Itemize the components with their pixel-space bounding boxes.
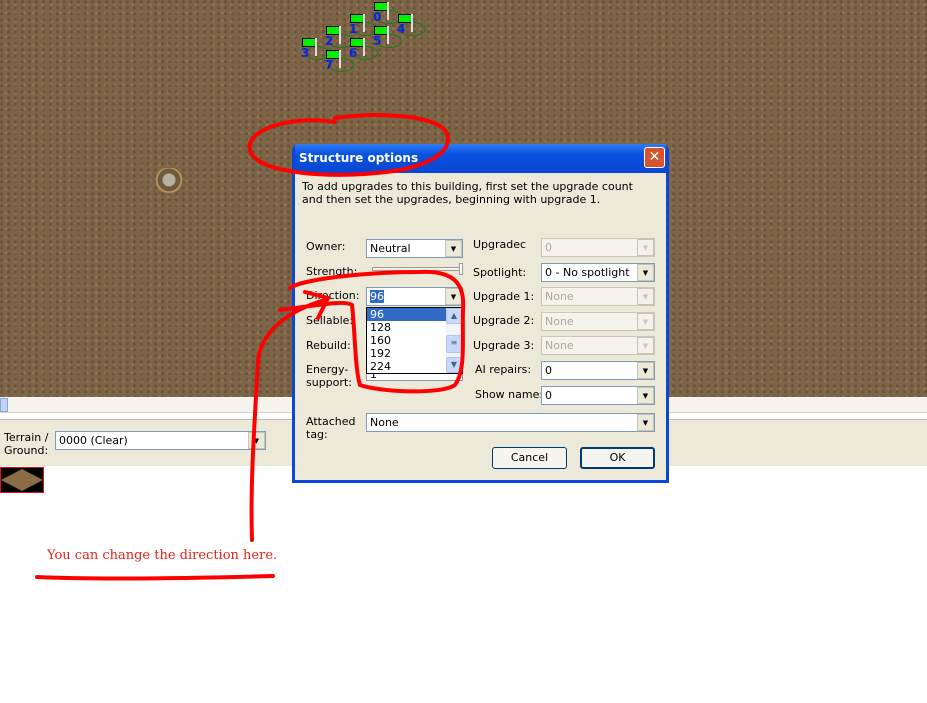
chevron-down-icon[interactable]: ▼ xyxy=(446,357,462,373)
spotlight-value: 0 - No spotlight xyxy=(545,266,630,279)
spotlight-select[interactable]: 0 - No spotlight ▼ xyxy=(541,263,655,282)
waypoint-1[interactable]: 1 xyxy=(349,14,378,38)
direction-value: 96 xyxy=(370,290,384,303)
spotlight-label: Spotlight: xyxy=(473,266,527,279)
owner-select[interactable]: Neutral ▼ xyxy=(366,239,463,258)
show-name-value: 0 xyxy=(545,389,552,402)
energy-support-label: Energy- support: xyxy=(306,363,352,389)
upgrade-count-select[interactable]: 0 ▼ xyxy=(541,238,655,257)
ai-repairs-select[interactable]: 0 ▼ xyxy=(541,361,655,380)
ai-repairs-label: AI repairs: xyxy=(475,363,532,376)
show-name-select[interactable]: 0 ▼ xyxy=(541,386,655,405)
cancel-button[interactable]: Cancel xyxy=(492,447,567,469)
chevron-down-icon[interactable]: ▼ xyxy=(637,264,654,281)
chevron-down-icon: ▼ xyxy=(637,239,654,256)
chevron-down-icon[interactable]: ▼ xyxy=(445,288,462,305)
intro-text: To add upgrades to this building, first … xyxy=(302,180,633,206)
attached-tag-value: None xyxy=(370,416,399,429)
annotation-note: You can change the direction here. xyxy=(47,548,278,563)
chevron-down-icon: ▼ xyxy=(637,337,654,354)
underline-annotation xyxy=(35,574,275,581)
dropdown-scrollbar[interactable]: ▲ ≡ ▼ xyxy=(446,308,462,373)
terrain-label: Terrain / Ground: xyxy=(4,431,49,457)
terrain-select[interactable]: 0000 (Clear) ▼ xyxy=(55,431,266,450)
strength-slider-thumb[interactable] xyxy=(459,263,463,275)
attached-tag-select[interactable]: None ▼ xyxy=(366,413,655,432)
terrain-value: 0000 (Clear) xyxy=(59,434,128,447)
upgrade-3-select[interactable]: None ▼ xyxy=(541,336,655,355)
waypoint-2[interactable]: 2 xyxy=(325,26,354,50)
waypoint-4[interactable]: 4 xyxy=(397,14,426,38)
close-button[interactable]: ✕ xyxy=(644,147,665,168)
upgrade-2-value: None xyxy=(545,315,574,328)
upgrade-3-value: None xyxy=(545,339,574,352)
upgrade-2-label: Upgrade 2: xyxy=(473,314,535,327)
chevron-down-icon[interactable]: ▼ xyxy=(445,240,462,257)
chevron-down-icon: ▼ xyxy=(637,313,654,330)
sellable-label: Sellable: xyxy=(306,314,354,327)
ai-repairs-value: 0 xyxy=(545,364,552,377)
direction-label: Direction: xyxy=(306,289,360,302)
upgrade-3-label: Upgrade 3: xyxy=(473,339,535,352)
upgrade-2-select[interactable]: None ▼ xyxy=(541,312,655,331)
waypoint-5[interactable]: 5 xyxy=(373,26,402,50)
owner-label: Owner: xyxy=(306,240,346,253)
rebuild-label: Rebuild: xyxy=(306,339,351,352)
show-name-label: Show name: xyxy=(475,388,544,401)
scroll-thumb[interactable]: ≡ xyxy=(446,335,462,353)
chevron-down-icon[interactable]: ▼ xyxy=(248,432,265,449)
waypoint-3[interactable]: 3 xyxy=(301,38,330,62)
dialog-title: Structure options xyxy=(295,144,666,170)
terrain-tile-preview[interactable] xyxy=(0,467,44,493)
structure-sprite[interactable] xyxy=(154,168,184,202)
ok-button[interactable]: OK xyxy=(580,447,655,469)
owner-value: Neutral xyxy=(370,242,411,255)
upgrade-count-value: 0 xyxy=(545,241,552,254)
upgrade-count-label: Upgradec xyxy=(473,238,527,251)
chevron-down-icon[interactable]: ▼ xyxy=(637,362,654,379)
scroll-left-button[interactable] xyxy=(0,398,8,412)
waypoint-7[interactable]: 7 xyxy=(325,50,354,74)
chevron-down-icon[interactable]: ▼ xyxy=(637,414,654,431)
upgrade-1-select[interactable]: None ▼ xyxy=(541,287,655,306)
strength-slider[interactable] xyxy=(372,263,463,275)
upgrade-1-value: None xyxy=(545,290,574,303)
strength-label: Strength: xyxy=(306,265,358,278)
direction-dropdown-list[interactable]: 96 128 160 192 224 ▲ ≡ ▼ xyxy=(366,307,463,374)
waypoint-0[interactable]: 0 xyxy=(373,2,402,26)
chevron-down-icon[interactable]: ▼ xyxy=(637,387,654,404)
direction-select[interactable]: 96 ▼ xyxy=(366,287,463,306)
chevron-down-icon: ▼ xyxy=(637,288,654,305)
upgrade-1-label: Upgrade 1: xyxy=(473,290,535,303)
chevron-up-icon[interactable]: ▲ xyxy=(446,308,462,324)
waypoint-6[interactable]: 6 xyxy=(349,38,378,62)
attached-tag-label: Attached tag: xyxy=(306,415,356,441)
